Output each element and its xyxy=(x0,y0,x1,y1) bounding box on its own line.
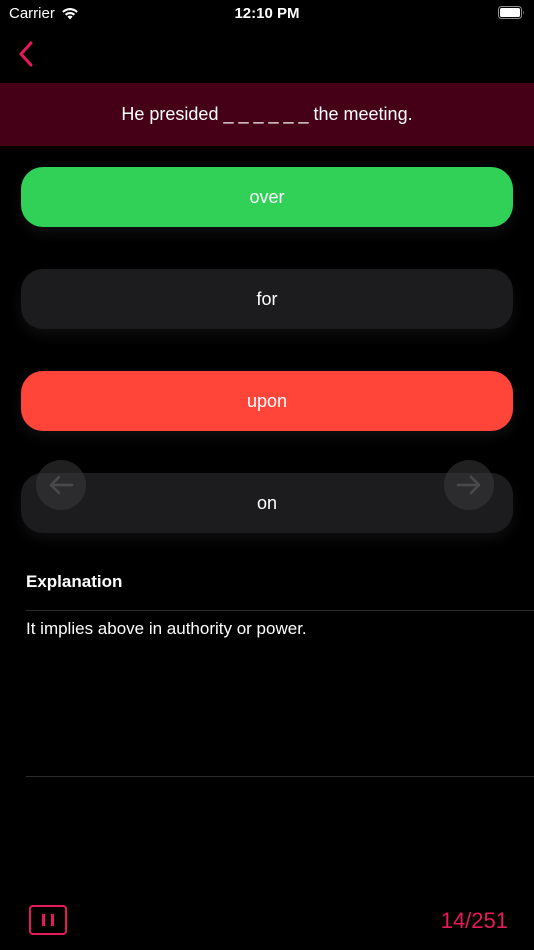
option-label: upon xyxy=(246,390,288,411)
previous-question-button[interactable] xyxy=(36,460,86,510)
explanation-text: It implies above in authority or power. xyxy=(26,619,307,638)
option-label: for xyxy=(256,288,278,309)
next-question-button[interactable] xyxy=(444,460,494,510)
battery-icon xyxy=(498,6,524,19)
arrow-left-icon xyxy=(49,475,74,495)
status-time: 12:10 PM xyxy=(234,5,300,22)
option-label: on xyxy=(256,492,278,513)
divider xyxy=(26,776,534,777)
option-upon-button[interactable]: upon xyxy=(21,371,513,431)
arrow-right-icon xyxy=(456,475,481,495)
chevron-left-icon xyxy=(19,41,33,67)
explanation-title: Explanation xyxy=(26,572,123,591)
question-banner: He presided _ _ _ _ _ _ the meeting. xyxy=(0,83,534,146)
option-on-button[interactable]: on xyxy=(21,473,513,533)
status-bar: Carrier 12:10 PM xyxy=(0,0,534,30)
question-text: He presided _ _ _ _ _ _ the meeting. xyxy=(121,104,413,124)
option-over-button[interactable]: over xyxy=(21,167,513,227)
divider xyxy=(26,610,534,611)
back-button[interactable] xyxy=(10,38,42,70)
option-for-button[interactable]: for xyxy=(21,269,513,329)
question-counter: 14/251 xyxy=(440,908,508,933)
option-label: over xyxy=(249,186,285,207)
pause-icon xyxy=(39,914,57,926)
pause-button[interactable] xyxy=(29,905,67,935)
